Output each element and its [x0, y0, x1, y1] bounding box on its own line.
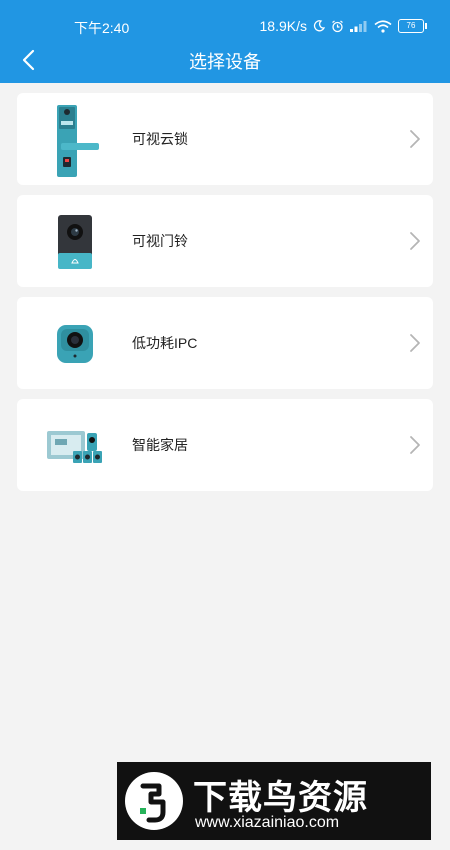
battery-icon: 76 [398, 19, 427, 33]
watermark-banner: 下载鸟资源 www.xiazainiao.com [117, 762, 431, 840]
device-label: 低功耗IPC [132, 335, 198, 351]
title-bar: 选择设备 [0, 40, 450, 80]
chevron-right-icon [410, 334, 420, 352]
page-title: 选择设备 [189, 52, 261, 72]
net-speed: 18.9K/s [259, 18, 307, 34]
watermark-title: 下载鸟资源 [193, 779, 368, 817]
chevron-right-icon [410, 232, 420, 250]
device-label: 可视门铃 [132, 233, 188, 249]
wifi-icon [374, 19, 392, 33]
chevron-right-icon [410, 130, 420, 148]
device-item-smart-lock[interactable]: 可视云锁 [17, 93, 433, 185]
device-list: 可视云锁 可视门铃 低功耗IPC 智能家居 [17, 93, 433, 501]
device-item-ipc[interactable]: 低功耗IPC [17, 297, 433, 389]
chevron-right-icon [410, 436, 420, 454]
alarm-icon [332, 20, 343, 32]
status-icons: 18.9K/s 76 [259, 18, 427, 34]
moon-icon [313, 20, 325, 32]
status-time: 下午2:40 [74, 20, 130, 36]
camera-icon [45, 303, 105, 383]
smart-home-icon [45, 405, 105, 485]
device-label: 可视云锁 [132, 131, 188, 147]
device-item-smart-home[interactable]: 智能家居 [17, 399, 433, 491]
device-label: 智能家居 [132, 437, 188, 453]
watermark-url: www.xiazainiao.com [195, 814, 340, 831]
smart-lock-icon [45, 99, 105, 179]
app-header: 下午2:40 18.9K/s 76 选择设备 [0, 0, 450, 83]
watermark-logo-icon [125, 772, 183, 830]
doorbell-icon [45, 201, 105, 281]
signal-icon [350, 21, 367, 32]
device-item-doorbell[interactable]: 可视门铃 [17, 195, 433, 287]
status-bar: 下午2:40 18.9K/s 76 [0, 14, 450, 38]
